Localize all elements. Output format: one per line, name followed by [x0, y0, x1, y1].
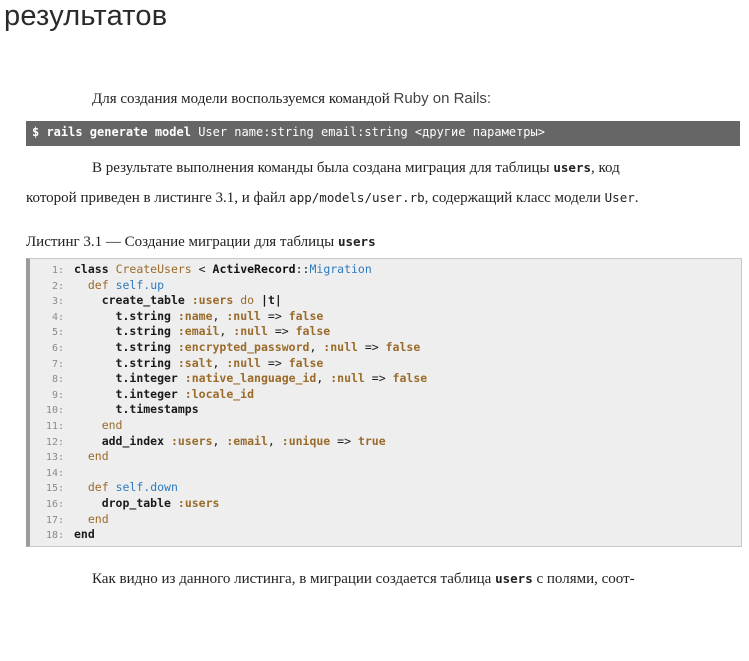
code-line: 2: def self.up [30, 278, 741, 294]
final-users-code: users [495, 571, 533, 586]
result-text-1: В результате выполнения команды была соз… [92, 160, 550, 176]
final-text-a: Как видно из данного листинга, в миграци… [92, 571, 492, 587]
result-text-2: которой приведен в листинге 3.1, и файл [26, 190, 286, 206]
line-number: 15: [45, 483, 64, 495]
line-number: 14: [45, 467, 64, 479]
code-line: 16: drop_table :users [30, 496, 741, 512]
command-bar: $ rails generate model User name:string … [26, 121, 740, 146]
model-file-path: app/models/user.rb [289, 190, 425, 205]
line-number: 16: [45, 498, 64, 510]
line-number: 5: [51, 327, 64, 339]
listing-title: Листинг 3.1 — Создание миграции для табл… [26, 234, 376, 251]
code-line: 3: create_table :users do |t| [30, 293, 741, 309]
line-number: 1: [51, 265, 64, 276]
intro-tail: Ruby on Rails: [393, 90, 492, 107]
result-text-2c: . [634, 190, 639, 206]
command-args: User name:string email:string <другие па… [198, 125, 545, 139]
line-number: 18: [45, 530, 64, 542]
code-line: 4: t.string :name, :null => false [30, 309, 741, 325]
line-number: 2: [51, 280, 64, 292]
result-text-1b: , код [591, 160, 620, 176]
line-number: 6: [51, 342, 64, 354]
code-line: 7: t.string :salt, :null => false [30, 356, 741, 372]
line-number: 13: [45, 452, 64, 464]
user-class-code: User [604, 190, 635, 205]
code-listing: 1: class CreateUsers < ActiveRecord::Migr… [26, 258, 742, 547]
result-text-2b: , содержащий класс модели [424, 190, 601, 206]
command-bold: $ rails generate model [32, 125, 191, 139]
line-number: 9: [51, 389, 64, 401]
code-line: 6: t.string :encrypted_password, :null =… [30, 340, 741, 356]
code-line: 8: t.integer :native_language_id, :null … [30, 371, 741, 387]
line-number: 11: [45, 420, 64, 432]
code-line: 15: def self.down [30, 480, 741, 496]
line-number: 8: [51, 374, 64, 386]
code-line: 18: end [30, 527, 741, 543]
line-number: 7: [51, 358, 64, 370]
users-code: users [553, 160, 592, 175]
code-line: 12: add_index :users, :email, :unique =>… [30, 434, 741, 450]
line-number: 17: [45, 514, 64, 526]
code-line: 17: end [30, 512, 741, 528]
section-heading: результатов [4, 0, 168, 32]
intro-text: Для создания модели воспользуемся команд… [92, 91, 390, 107]
result-paragraph-line2: которой приведен в листинге 3.1, и файл … [26, 190, 639, 207]
code-line: 14: [30, 465, 741, 481]
line-number: 10: [45, 405, 64, 417]
code-line: 9: t.integer :locale_id [30, 387, 741, 403]
listing-title-code: users [337, 234, 376, 249]
line-number: 12: [45, 436, 64, 448]
final-paragraph: Как видно из данного листинга, в миграци… [92, 571, 635, 588]
line-number: 4: [51, 311, 64, 323]
line-number: 3: [51, 296, 64, 308]
code-line: 1: class CreateUsers < ActiveRecord::Migr… [30, 262, 741, 278]
code-line: 5: t.string :email, :null => false [30, 324, 741, 340]
result-paragraph-line1: В результате выполнения команды была соз… [92, 160, 620, 177]
final-text-b: с полями, соот- [536, 571, 635, 587]
intro-paragraph: Для создания модели воспользуемся команд… [92, 90, 491, 108]
listing-title-text: Листинг 3.1 — Создание миграции для табл… [26, 234, 335, 250]
code-line: 10: t.timestamps [30, 402, 741, 418]
code-line: 11: end [30, 418, 741, 434]
code-line: 13: end [30, 449, 741, 465]
